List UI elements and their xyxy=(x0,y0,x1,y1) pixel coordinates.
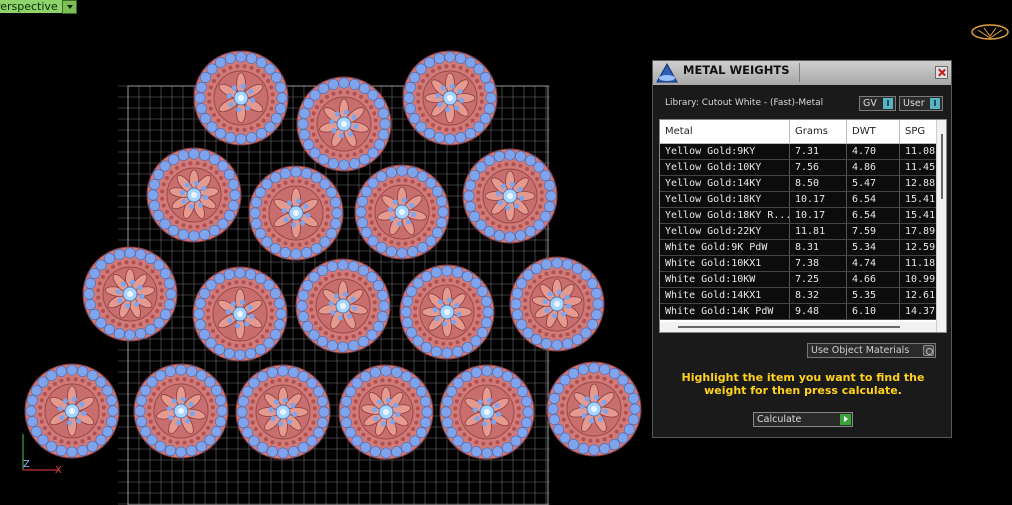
viewport-label[interactable]: Perspective xyxy=(0,0,62,13)
table-cell: White Gold:10KW xyxy=(660,271,790,288)
ring-disc[interactable] xyxy=(462,148,558,244)
table-cell: 4.74 xyxy=(846,255,900,272)
title-separator xyxy=(799,63,800,82)
table-cell: Yellow Gold:9KY xyxy=(660,143,790,160)
column-header-grams[interactable]: Grams xyxy=(789,120,847,144)
table-cell: 6.54 xyxy=(846,207,900,224)
gem-scale-icon xyxy=(656,62,678,83)
table-cell: White Gold:9K PdW xyxy=(660,239,790,256)
table-cell: 7.38 xyxy=(789,255,847,272)
ring-disc[interactable] xyxy=(235,364,331,460)
table-cell: 5.34 xyxy=(846,239,900,256)
table-cell: 5.35 xyxy=(846,287,900,304)
table-row[interactable]: Yellow Gold:14KY 8.50 5.47 12.88 xyxy=(660,175,942,192)
table-cell: 4.86 xyxy=(846,159,900,176)
x-axis-label: X xyxy=(55,465,62,475)
viewport-menu-arrow-icon[interactable] xyxy=(62,0,77,14)
table-row[interactable]: White Gold:14K PdW 9.48 6.10 14.37 xyxy=(660,303,942,320)
table-cell: 8.50 xyxy=(789,175,847,192)
table-cell: 7.56 xyxy=(789,159,847,176)
table-cell: 7.25 xyxy=(789,271,847,288)
table-row[interactable]: Yellow Gold:9KY 7.31 4.70 11.08 xyxy=(660,143,942,160)
library-label: Library: Cutout White - (Fast)-Metal xyxy=(665,98,824,108)
gv-toggle-indicator: I xyxy=(883,98,893,109)
instruction-text: Highlight the item you want to find the … xyxy=(681,371,925,397)
ring-disc[interactable] xyxy=(193,50,289,146)
table-row[interactable]: White Gold:14KX1 8.32 5.35 12.61 xyxy=(660,287,942,304)
table-cell: 6.10 xyxy=(846,303,900,320)
user-toggle[interactable]: User I xyxy=(899,96,943,111)
table-cell: Yellow Gold:14KY xyxy=(660,175,790,192)
close-button[interactable] xyxy=(935,66,948,79)
table-cell: 10.17 xyxy=(789,191,847,208)
table-row[interactable]: Yellow Gold:18KY R... 10.17 6.54 15.41 xyxy=(660,207,942,224)
play-icon[interactable] xyxy=(840,414,851,425)
table-cell: 5.47 xyxy=(846,175,900,192)
axis-indicator: Z X xyxy=(22,434,62,475)
z-axis-label: Z xyxy=(23,459,30,470)
options-icon[interactable] xyxy=(923,345,934,356)
table-cell: White Gold:14K PdW xyxy=(660,303,790,320)
gem-logo-icon[interactable] xyxy=(970,22,1010,42)
table-row[interactable]: White Gold:9K PdW 8.31 5.34 12.59 xyxy=(660,239,942,256)
vertical-scroll-thumb[interactable] xyxy=(941,134,943,199)
use-object-materials-dropdown[interactable]: Use Object Materials xyxy=(807,343,936,358)
metal-weights-panel: METAL WEIGHTS Library: Cutout White - (F… xyxy=(652,60,952,438)
ring-disc[interactable] xyxy=(439,364,535,460)
vertical-scrollbar[interactable] xyxy=(936,120,946,332)
column-header-metal[interactable]: Metal xyxy=(660,120,790,144)
table-cell: 11.81 xyxy=(789,223,847,240)
gv-toggle[interactable]: GV I xyxy=(859,96,896,111)
table-row[interactable]: White Gold:10KX1 7.38 4.74 11.18 xyxy=(660,255,942,272)
ring-disc[interactable] xyxy=(509,256,605,352)
ring-disc[interactable] xyxy=(248,165,344,261)
table-cell: 7.59 xyxy=(846,223,900,240)
ring-disc[interactable] xyxy=(399,264,495,360)
calculate-button[interactable]: Calculate xyxy=(753,412,853,427)
use-object-materials-label: Use Object Materials xyxy=(811,345,910,356)
horizontal-scrollbar[interactable] xyxy=(660,322,936,332)
column-header-dwt[interactable]: DWT xyxy=(846,120,900,144)
table-cell: 4.66 xyxy=(846,271,900,288)
table-cell: Yellow Gold:10KY xyxy=(660,159,790,176)
gv-toggle-label: GV xyxy=(863,98,877,109)
panel-title-bar[interactable]: METAL WEIGHTS xyxy=(653,61,951,85)
table-row[interactable]: White Gold:10KW 7.25 4.66 10.99 xyxy=(660,271,942,288)
table-cell: 7.31 xyxy=(789,143,847,160)
calculate-label: Calculate xyxy=(757,414,802,425)
table-row[interactable]: Yellow Gold:10KY 7.56 4.86 11.45 xyxy=(660,159,942,176)
ring-disc[interactable] xyxy=(192,266,288,362)
horizontal-scroll-thumb[interactable] xyxy=(678,326,900,328)
ring-disc[interactable] xyxy=(546,361,642,457)
ring-disc[interactable] xyxy=(296,76,392,172)
table-cell: 8.32 xyxy=(789,287,847,304)
table-cell: Yellow Gold:22KY xyxy=(660,223,790,240)
table-cell: Yellow Gold:18KY R... xyxy=(660,207,790,224)
table-cell: 6.54 xyxy=(846,191,900,208)
table-cell: 4.70 xyxy=(846,143,900,160)
ring-disc[interactable] xyxy=(146,147,242,243)
user-toggle-label: User xyxy=(903,98,925,109)
user-toggle-indicator: I xyxy=(930,98,940,109)
panel-title: METAL WEIGHTS xyxy=(683,63,790,77)
ring-disc[interactable] xyxy=(82,246,178,342)
table-cell: 8.31 xyxy=(789,239,847,256)
ring-disc[interactable] xyxy=(295,258,391,354)
table-row[interactable]: Yellow Gold:18KY 10.17 6.54 15.41 xyxy=(660,191,942,208)
table-row[interactable]: Yellow Gold:22KY 11.81 7.59 17.89 xyxy=(660,223,942,240)
ring-disc[interactable] xyxy=(133,363,229,459)
table-cell: 10.17 xyxy=(789,207,847,224)
ring-disc[interactable] xyxy=(354,164,450,260)
ring-disc[interactable] xyxy=(402,50,498,146)
table-cell: White Gold:10KX1 xyxy=(660,255,790,272)
table-cell: White Gold:14KX1 xyxy=(660,287,790,304)
ring-disc[interactable] xyxy=(338,364,434,460)
table-cell: Yellow Gold:18KY xyxy=(660,191,790,208)
metal-weights-table[interactable]: Metal Grams DWT SPG Yellow Gold:9KY 7.31 4… xyxy=(659,119,947,333)
table-cell: 9.48 xyxy=(789,303,847,320)
